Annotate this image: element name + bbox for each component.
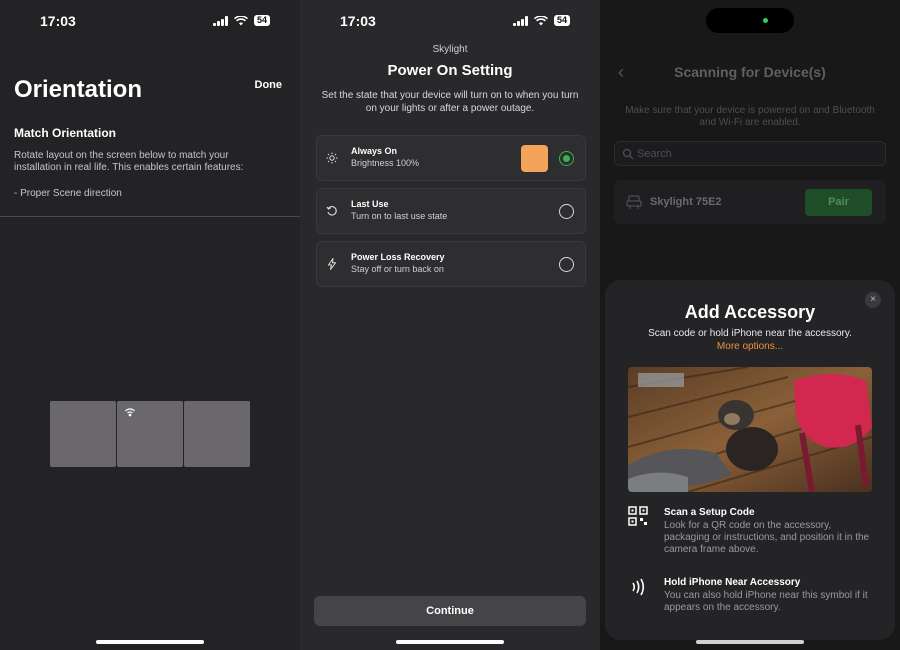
page-title: Power On Setting: [387, 62, 513, 79]
hold-iphone-description: You can also hold iPhone near this symbo…: [664, 590, 868, 613]
dynamic-island: [706, 8, 794, 33]
wifi-icon: [533, 15, 548, 25]
orientation-screen: 17:03 54 Orientation Done Match Orientat…: [0, 0, 300, 650]
brand-label: Skylight: [432, 44, 468, 55]
search-input[interactable]: Search: [614, 141, 886, 166]
status-time: 17:03: [40, 13, 76, 29]
option-title: Power Loss Recovery: [351, 252, 445, 262]
radio-unselected[interactable]: [559, 257, 574, 272]
option-last-use[interactable]: Last Use Turn on to last use state: [316, 188, 586, 234]
color-swatch[interactable]: [521, 145, 548, 172]
status-bar: 17:03 54: [300, 12, 600, 32]
home-indicator: [396, 640, 504, 644]
option-title: Always On: [351, 146, 398, 156]
scan-setup-code-title: Scan a Setup Code: [664, 507, 755, 518]
layout-tile-controller[interactable]: [117, 401, 183, 467]
home-indicator: [696, 640, 804, 644]
done-button[interactable]: Done: [255, 79, 283, 91]
option-subtitle: Stay off or turn back on: [351, 264, 444, 274]
option-power-loss-recovery[interactable]: Power Loss Recovery Stay off or turn bac…: [316, 241, 586, 287]
section-title: Match Orientation: [14, 126, 117, 140]
option-subtitle: Brightness 100%: [351, 158, 420, 168]
cellular-signal-icon: [512, 15, 528, 26]
scan-setup-code-description: Look for a QR code on the accessory, pac…: [664, 520, 870, 555]
status-time: 17:03: [340, 13, 376, 29]
option-always-on[interactable]: Always On Brightness 100%: [316, 135, 586, 181]
scanning-screen: ‹ Scanning for Device(s) Make sure that …: [600, 0, 900, 650]
search-placeholder: Search: [637, 148, 672, 160]
camera-preview-image: [628, 367, 872, 492]
camera-viewfinder: [628, 367, 872, 492]
add-accessory-sheet: × Add Accessory Scan code or hold iPhone…: [605, 280, 895, 640]
wifi-icon: [233, 15, 248, 25]
status-bar: 17:03 54: [0, 12, 300, 32]
pair-button[interactable]: Pair: [805, 189, 872, 216]
sun-icon: [326, 152, 338, 164]
nfc-icon: [632, 578, 645, 596]
layout-tile[interactable]: [184, 401, 250, 467]
more-options-link[interactable]: More options...: [605, 341, 895, 352]
radio-selected[interactable]: [559, 151, 574, 166]
device-name: Skylight 75E2: [650, 196, 722, 208]
battery-icon: 54: [253, 15, 270, 26]
orientation-description: Rotate layout on the screen below to mat…: [14, 150, 244, 173]
divider: [0, 216, 300, 217]
radio-unselected[interactable]: [559, 204, 574, 219]
option-subtitle: Turn on to last use state: [351, 211, 448, 221]
history-icon: [326, 206, 337, 216]
home-indicator: [96, 640, 204, 644]
scanning-description: Make sure that your device is powered on…: [625, 105, 875, 128]
qr-code-icon: [628, 506, 648, 526]
sheet-subtitle: Scan code or hold iPhone near the access…: [648, 328, 852, 339]
search-icon: [622, 148, 634, 160]
page-title: Scanning for Device(s): [674, 64, 826, 80]
device-icon: [626, 195, 642, 209]
page-title: Orientation: [14, 76, 143, 103]
hold-iphone-title: Hold iPhone Near Accessory: [664, 577, 801, 588]
signal-icon: [125, 408, 135, 417]
sheet-title: Add Accessory: [684, 302, 816, 322]
cellular-signal-icon: [212, 15, 228, 26]
battery-icon: 54: [553, 15, 570, 26]
layout-tile[interactable]: [50, 401, 116, 467]
power-on-screen: 17:03 54 Skylight Power On Setting Set t…: [300, 0, 600, 650]
feature-item: - Proper Scene direction: [14, 188, 122, 199]
lightning-icon: [328, 258, 336, 270]
continue-button[interactable]: Continue: [314, 596, 586, 626]
power-on-description: Set the state that your device will turn…: [321, 90, 579, 114]
option-title: Last Use: [351, 199, 389, 209]
device-row[interactable]: Skylight 75E2 Pair: [614, 180, 886, 224]
